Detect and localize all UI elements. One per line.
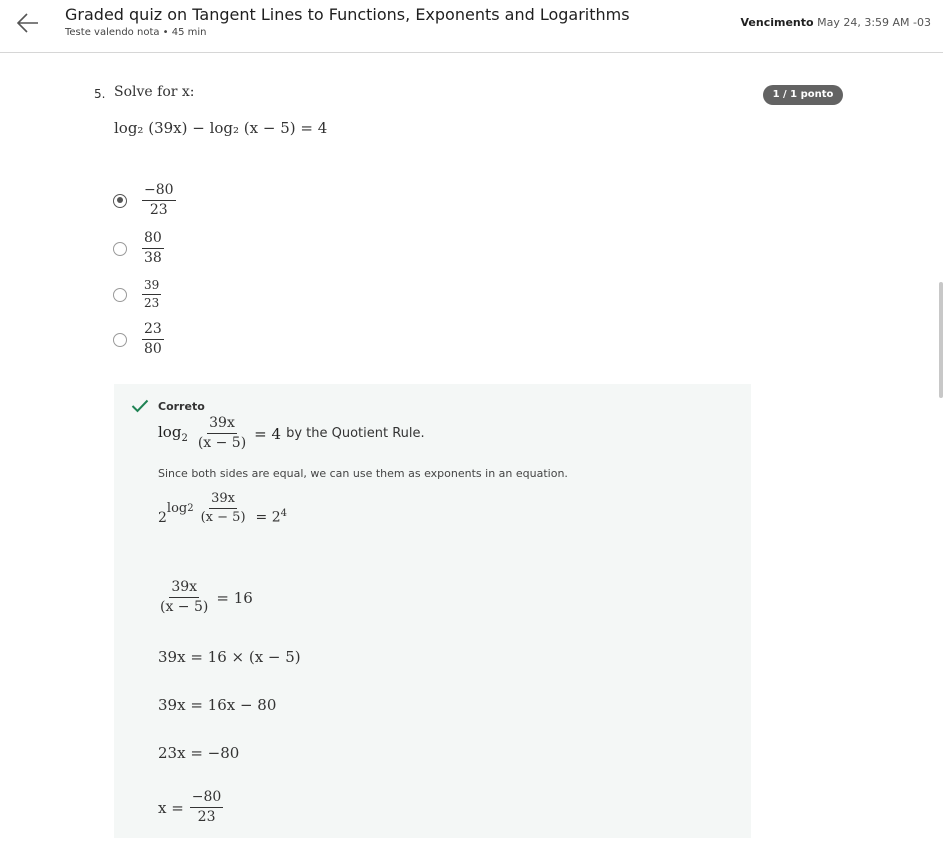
option-1-fraction: −80 23 <box>142 182 176 219</box>
option-1[interactable]: −80 23 <box>113 182 176 219</box>
top-header: Graded quiz on Tangent Lines to Function… <box>0 0 943 53</box>
question-number: 5. <box>94 87 106 101</box>
question-equation: log₂ (39x) − log₂ (x − 5) = 4 <box>114 119 328 137</box>
option-4-fraction: 23 80 <box>142 321 164 358</box>
due-label: Vencimento <box>740 16 814 29</box>
denominator: 38 <box>144 250 162 267</box>
radio-icon[interactable] <box>113 287 127 302</box>
correct-label: Correto <box>158 400 205 413</box>
quotient-fraction: 39x (x − 5) <box>196 415 248 452</box>
numerator: 80 <box>142 230 164 250</box>
rhs-base: = 2 <box>255 509 281 526</box>
final-answer-fraction: −80 23 <box>189 789 224 826</box>
exp-log: log <box>166 501 188 517</box>
numerator: −80 <box>189 789 224 809</box>
option-2[interactable]: 80 38 <box>113 230 164 267</box>
option-3[interactable]: 39 23 <box>113 278 162 311</box>
numerator: 39x <box>169 579 200 599</box>
option-4[interactable]: 23 80 <box>113 321 164 358</box>
due-value: May 24, 3:59 AM -03 <box>817 16 931 29</box>
denominator: 23 <box>197 809 216 826</box>
due-date: Vencimento May 24, 3:59 AM -03 <box>741 16 931 29</box>
step3-rhs: = 16 <box>216 588 253 607</box>
radio-icon[interactable] <box>113 332 127 347</box>
explanation-step-3: 39x (x − 5) = 16 <box>158 579 253 616</box>
exponent-expression: log 2 39x (x − 5) <box>166 491 248 526</box>
step2-rhs: = 24 <box>256 508 287 526</box>
explanation-note: Since both sides are equal, we can use t… <box>158 467 568 480</box>
quotient-rule-text: by the Quotient Rule. <box>286 426 425 442</box>
question-prompt: Solve for x: <box>114 84 195 100</box>
step7-lhs: x = <box>158 798 184 817</box>
numerator: −80 <box>142 182 176 202</box>
denominator: (x − 5) <box>197 435 247 452</box>
numerator: 23 <box>142 321 164 341</box>
score-badge: 1 / 1 ponto <box>763 85 843 105</box>
log-word: log <box>158 423 182 442</box>
rhs-exponent: 4 <box>280 508 287 519</box>
quiz-subtitle: Teste valendo nota • 45 min <box>65 27 207 38</box>
denominator: 23 <box>144 296 160 311</box>
step1-rhs: = 4 <box>254 424 282 443</box>
explanation-panel: Correto log2 39x (x − 5) = 4 by the Quoti… <box>114 384 751 838</box>
step3-fraction: 39x (x − 5) <box>158 579 210 616</box>
explanation-step-4: 39x = 16 × (x − 5) <box>158 648 301 666</box>
scrollbar-thumb[interactable] <box>939 282 943 398</box>
exponent-fraction: 39x (x − 5) <box>199 491 248 526</box>
option-3-fraction: 39 23 <box>142 278 162 311</box>
explanation-step-7: x = −80 23 <box>158 789 224 826</box>
explanation-step-1: log2 39x (x − 5) = 4 by the Quotient Rule… <box>158 415 425 452</box>
explanation-step-5: 39x = 16x − 80 <box>158 696 277 714</box>
numerator: 39x <box>209 491 237 510</box>
denominator: (x − 5) <box>160 599 209 616</box>
option-2-fraction: 80 38 <box>142 230 164 267</box>
page-title: Graded quiz on Tangent Lines to Function… <box>65 5 630 24</box>
exp-log-base: 2 <box>187 503 194 515</box>
explanation-step-6: 23x = −80 <box>158 744 240 762</box>
log-base: 2 <box>181 433 188 445</box>
explanation-step-2: 2 log 2 39x (x − 5) = 24 <box>158 491 287 526</box>
base-two: 2 <box>158 509 167 526</box>
denominator: (x − 5) <box>200 510 246 526</box>
back-arrow-icon[interactable] <box>14 9 42 37</box>
denominator: 80 <box>144 341 162 358</box>
checkmark-icon <box>131 398 149 417</box>
radio-selected-icon[interactable] <box>113 193 127 208</box>
numerator: 39 <box>142 278 162 296</box>
radio-icon[interactable] <box>113 241 127 256</box>
denominator: 23 <box>149 202 168 219</box>
numerator: 39x <box>207 415 237 435</box>
log-text: log2 <box>158 423 188 444</box>
